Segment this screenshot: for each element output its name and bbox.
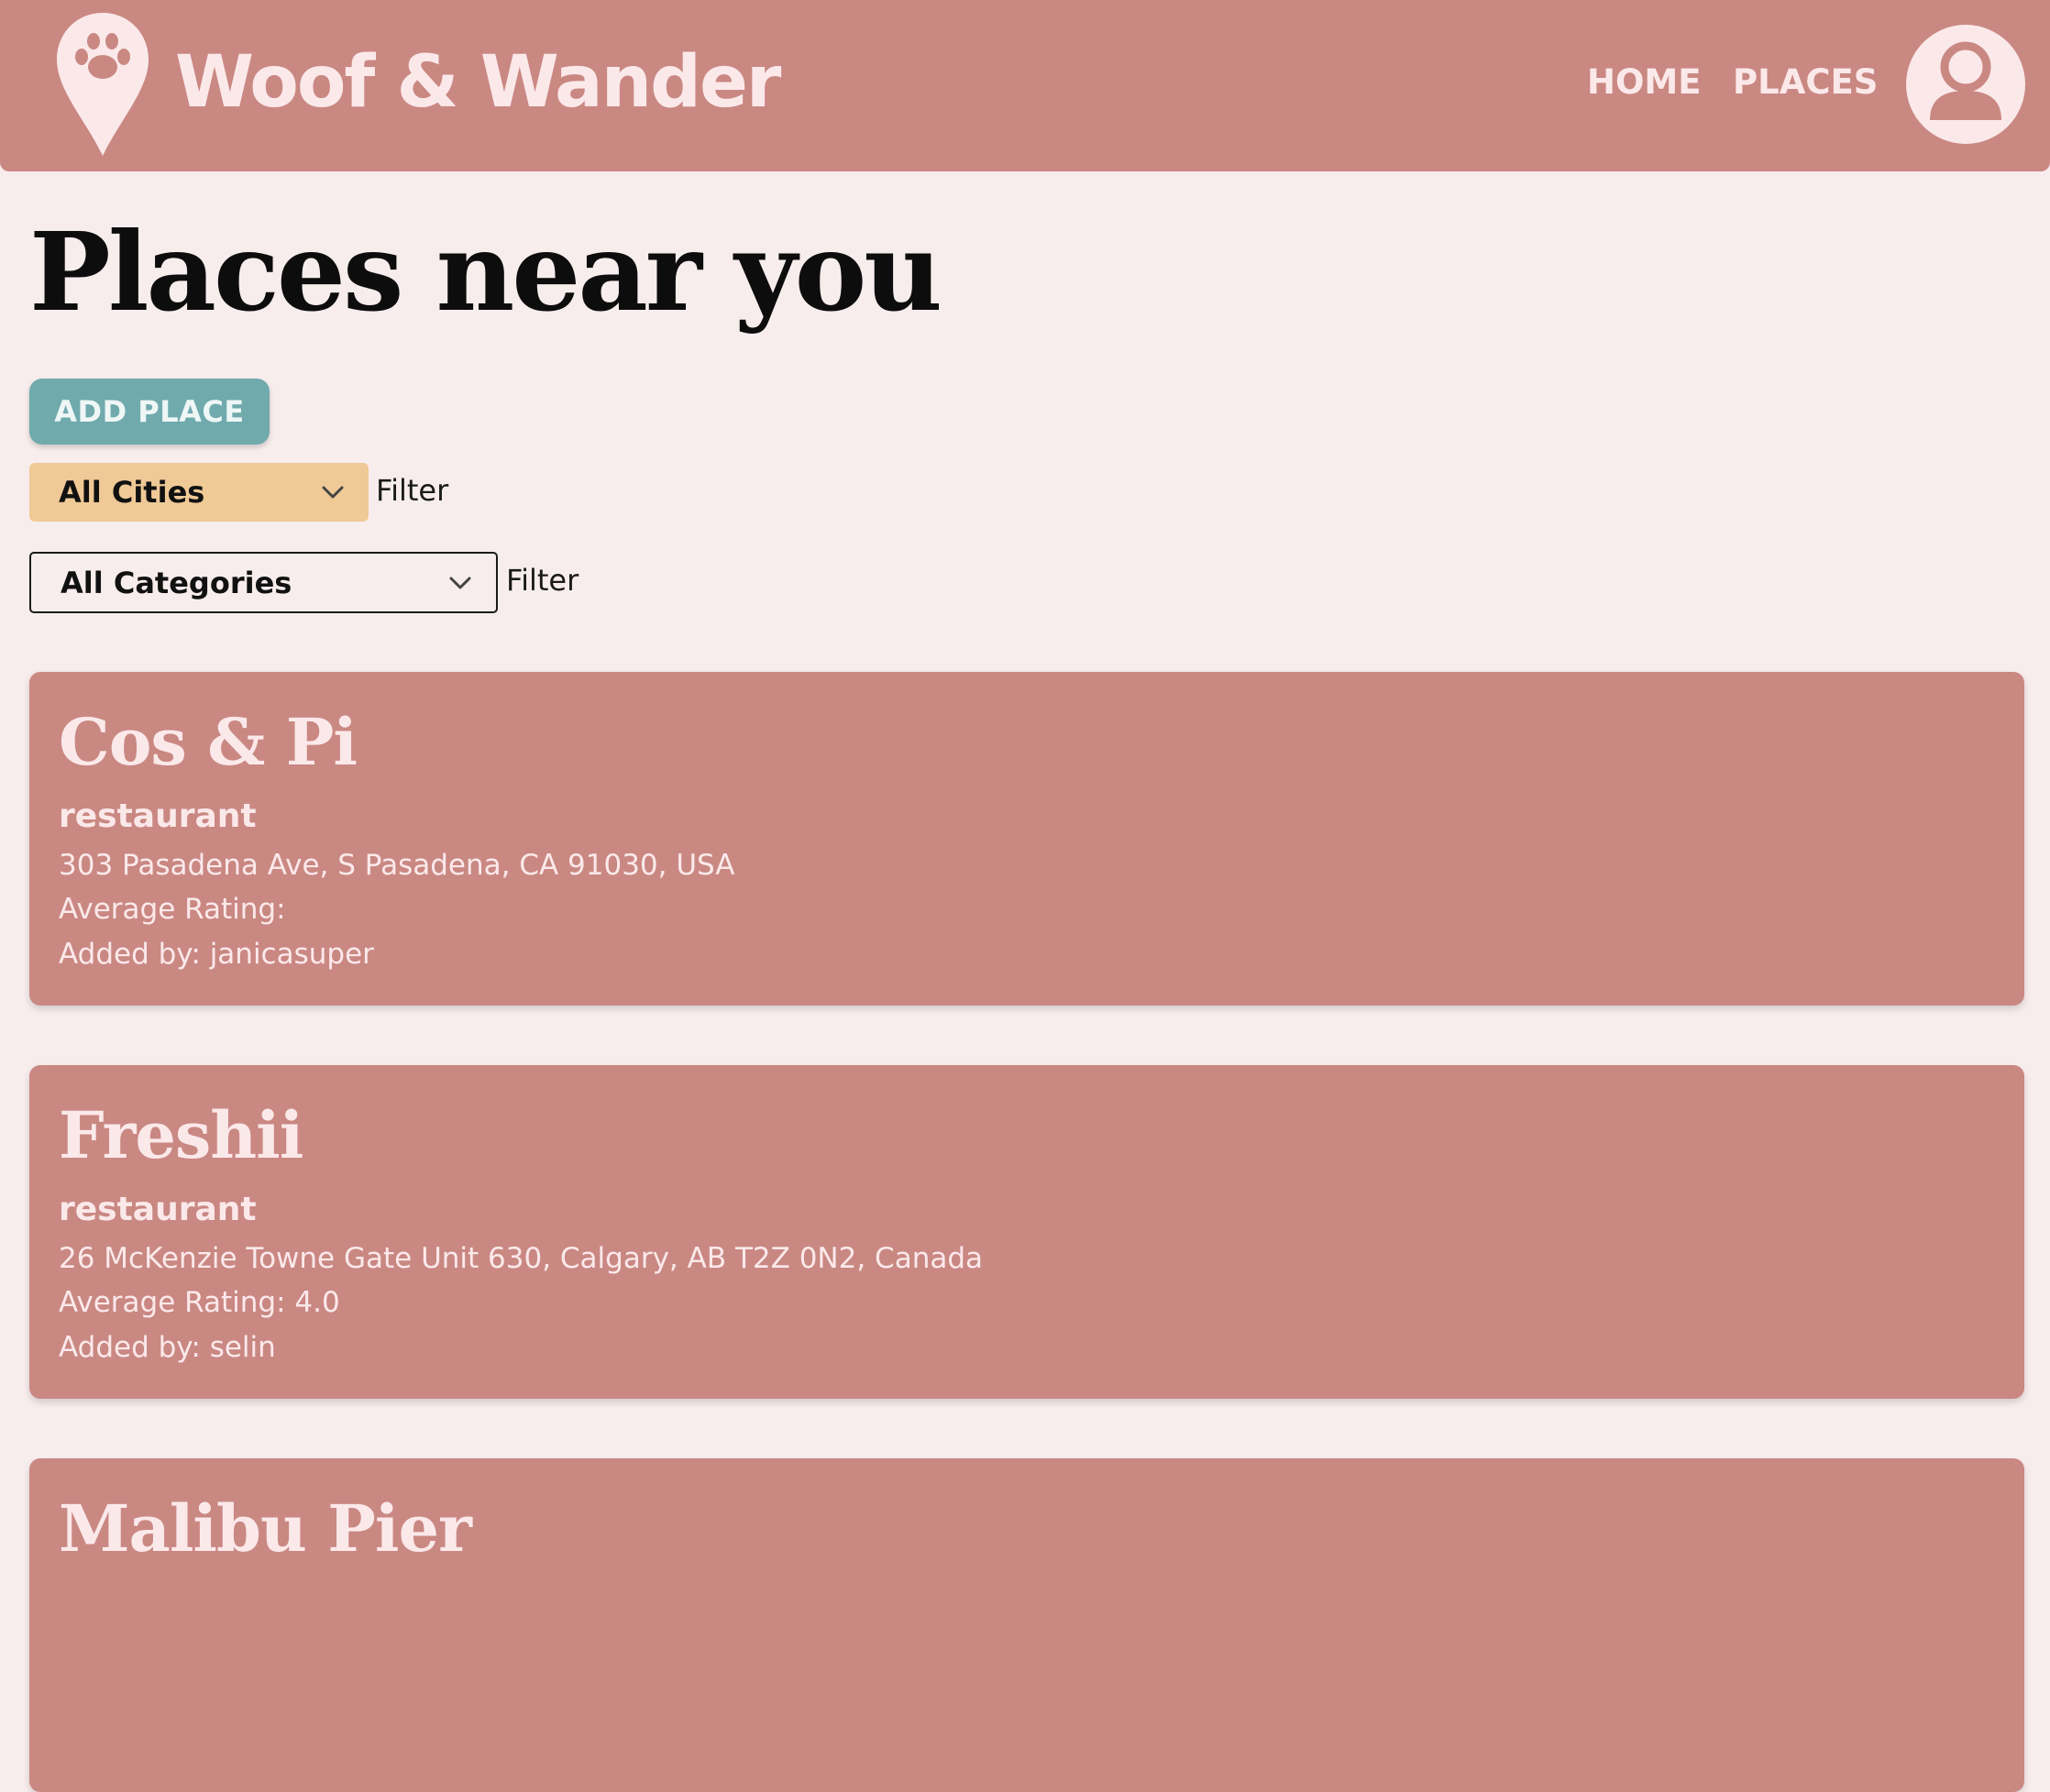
place-card[interactable]: Freshii restaurant 26 McKenzie Towne Gat… — [29, 1065, 2024, 1399]
place-name[interactable]: Cos & Pi — [59, 703, 358, 782]
chevron-down-icon — [449, 577, 471, 588]
city-filter-button[interactable]: Filter — [376, 473, 448, 508]
nav-home-link[interactable]: HOME — [1587, 60, 1702, 104]
place-card[interactable]: Malibu Pier — [29, 1458, 2024, 1792]
place-category: restaurant — [59, 1191, 257, 1228]
user-avatar-button[interactable] — [1906, 25, 2025, 144]
category-select[interactable]: All Categories — [29, 552, 498, 613]
map-pin-paw-icon[interactable] — [51, 9, 154, 159]
city-select[interactable]: All Cities — [29, 463, 369, 522]
place-address: 303 Pasadena Ave, S Pasadena, CA 91030, … — [59, 849, 735, 882]
place-category: restaurant — [59, 797, 257, 835]
place-card[interactable]: Cos & Pi restaurant 303 Pasadena Ave, S … — [29, 672, 2024, 1006]
category-select-value: All Categories — [61, 565, 292, 600]
place-average-rating: Average Rating: — [59, 893, 286, 926]
page-title: Places near you — [29, 208, 942, 335]
nav-places-link[interactable]: PLACES — [1733, 60, 1878, 104]
site-header: Woof & Wander HOME PLACES — [0, 0, 2050, 171]
place-average-rating: Average Rating: 4.0 — [59, 1286, 340, 1319]
chevron-down-icon — [322, 486, 344, 499]
category-filter-button[interactable]: Filter — [506, 563, 579, 598]
place-address: 26 McKenzie Towne Gate Unit 630, Calgary… — [59, 1242, 984, 1275]
place-added-by: Added by: janicasuper — [59, 938, 374, 971]
place-name[interactable]: Freshii — [59, 1096, 303, 1175]
add-place-button[interactable]: ADD PLACE — [29, 379, 270, 445]
brand-name[interactable]: Woof & Wander — [175, 38, 781, 126]
user-icon — [1930, 41, 2001, 120]
city-select-value: All Cities — [59, 475, 205, 510]
place-name[interactable]: Malibu Pier — [59, 1490, 472, 1568]
place-added-by: Added by: selin — [59, 1331, 276, 1364]
